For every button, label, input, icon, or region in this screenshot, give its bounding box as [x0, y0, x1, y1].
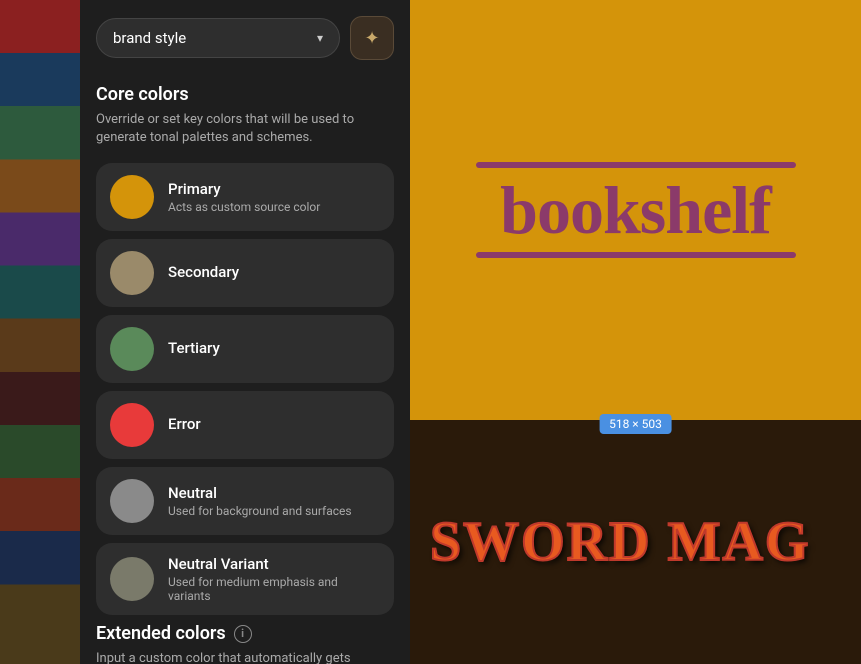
neutral-variant-color-row[interactable]: Neutral Variant Used for medium emphasis…: [96, 543, 394, 615]
info-icon[interactable]: i: [234, 625, 252, 643]
logo-top-line: [476, 162, 796, 168]
primary-color-row[interactable]: Primary Acts as custom source color: [96, 163, 394, 231]
magic-button[interactable]: ✦: [350, 16, 394, 60]
extended-colors-title: Extended colors: [96, 623, 226, 644]
core-colors-description: Override or set key colors that will be …: [96, 111, 394, 147]
brand-select-label: brand style: [113, 29, 186, 47]
tertiary-name: Tertiary: [168, 339, 220, 357]
neutral-swatch: [110, 479, 154, 523]
content-area: bookshelf 518 × 503 SWORD MAG: [410, 0, 861, 664]
magic-wand-icon: ✦: [364, 28, 379, 49]
bookshelf-strip: [0, 0, 80, 664]
error-swatch: [110, 403, 154, 447]
neutral-desc: Used for background and surfaces: [168, 504, 352, 518]
secondary-name: Secondary: [168, 263, 239, 281]
primary-swatch: [110, 175, 154, 219]
brand-style-select[interactable]: brand style ▾: [96, 18, 340, 58]
chevron-down-icon: ▾: [317, 31, 323, 45]
secondary-info: Secondary: [168, 263, 239, 283]
dark-preview: SWORD MAG: [410, 420, 861, 664]
core-colors-title: Core colors: [96, 84, 394, 105]
toolbar: brand style ▾ ✦: [96, 16, 394, 60]
primary-name: Primary: [168, 180, 320, 198]
golden-preview: bookshelf 518 × 503: [410, 0, 861, 420]
neutral-info: Neutral Used for background and surfaces: [168, 484, 352, 518]
color-panel: brand style ▾ ✦ Core colors Override or …: [80, 0, 410, 664]
sword-mage-text: SWORD MAG: [430, 510, 810, 574]
neutral-color-row[interactable]: Neutral Used for background and surfaces: [96, 467, 394, 535]
neutral-variant-name: Neutral Variant: [168, 555, 380, 573]
logo-bottom-line: [476, 252, 796, 258]
primary-info: Primary Acts as custom source color: [168, 180, 320, 214]
extended-colors-header: Extended colors i: [96, 623, 394, 644]
bookshelf-logo: bookshelf: [476, 162, 796, 258]
secondary-swatch: [110, 251, 154, 295]
error-name: Error: [168, 415, 201, 433]
tertiary-info: Tertiary: [168, 339, 220, 359]
neutral-variant-swatch: [110, 557, 154, 601]
neutral-variant-desc: Used for medium emphasis and variants: [168, 575, 380, 603]
bookshelf-logo-text: bookshelf: [500, 176, 771, 244]
extended-colors-description: Input a custom color that automatically …: [96, 650, 394, 664]
secondary-color-row[interactable]: Secondary: [96, 239, 394, 307]
tertiary-color-row[interactable]: Tertiary: [96, 315, 394, 383]
neutral-variant-info: Neutral Variant Used for medium emphasis…: [168, 555, 380, 603]
primary-desc: Acts as custom source color: [168, 200, 320, 214]
error-info: Error: [168, 415, 201, 435]
error-color-row[interactable]: Error: [96, 391, 394, 459]
neutral-name: Neutral: [168, 484, 352, 502]
bookshelf-image: [0, 0, 80, 664]
tertiary-swatch: [110, 327, 154, 371]
size-badge: 518 × 503: [599, 414, 672, 434]
